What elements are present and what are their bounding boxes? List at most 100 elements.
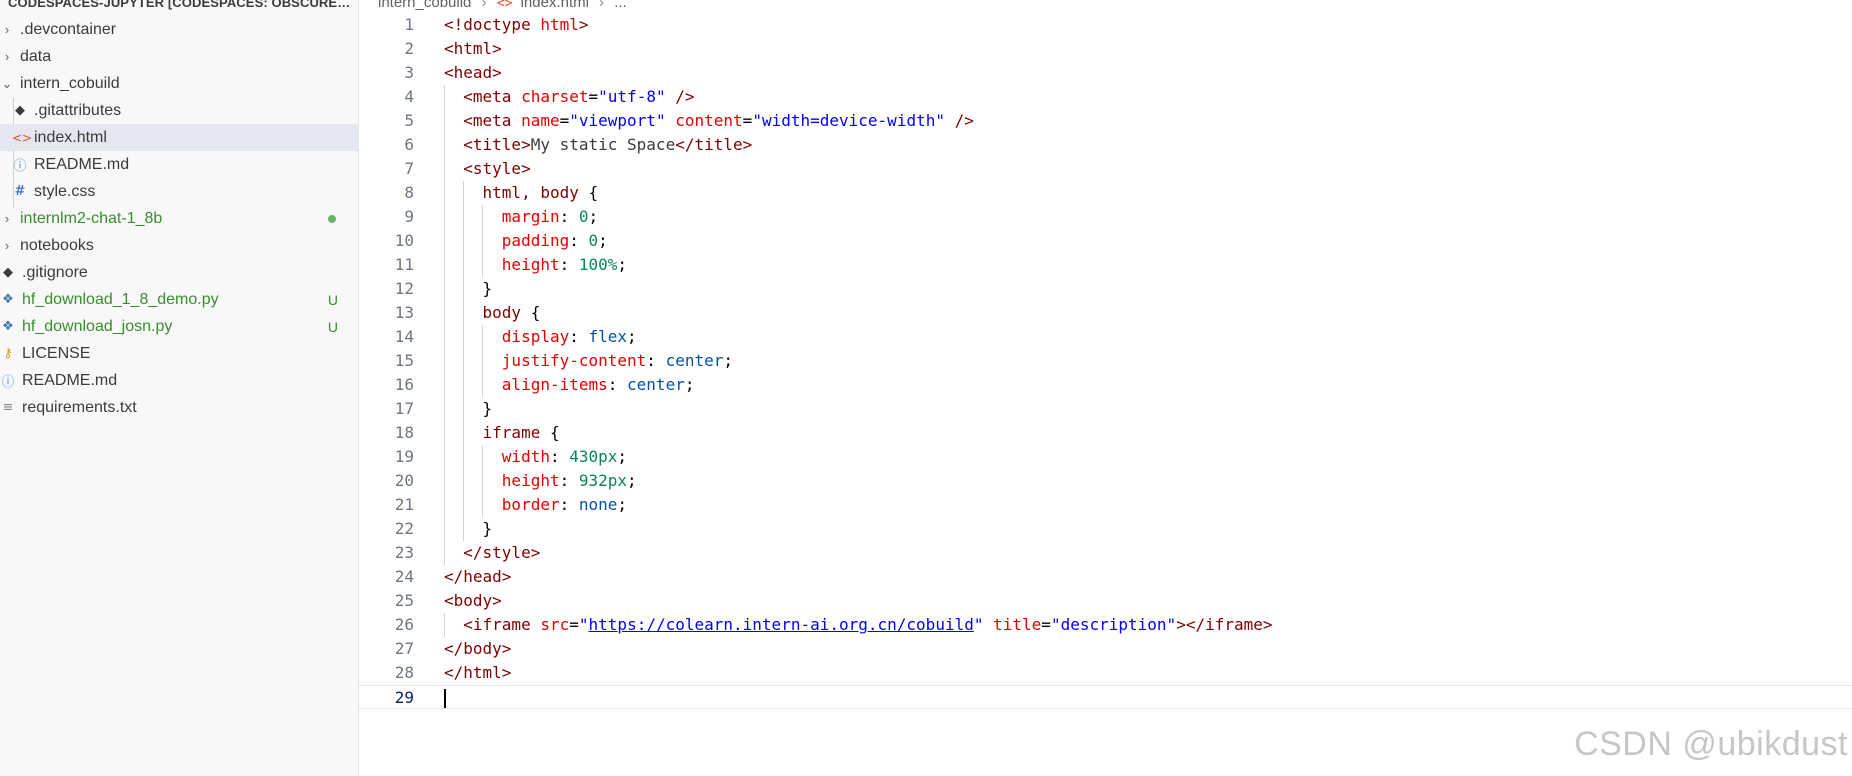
code-line[interactable]: 10 padding: 0; [358, 229, 1852, 253]
code-text: <meta charset="utf-8" /> [463, 87, 695, 106]
code-line[interactable]: 21 border: none; [358, 493, 1852, 517]
tree-item-label: README.md [22, 371, 118, 389]
line-number: 11 [394, 255, 414, 274]
code-line[interactable]: 3 <head> [358, 61, 1852, 85]
line-number: 14 [394, 327, 414, 346]
code-text: <title>My static Space</title> [463, 135, 753, 154]
code-line[interactable]: 1 <!doctype html> [358, 13, 1852, 37]
tree-file-style-css[interactable]: # style.css [0, 178, 358, 205]
tree-folder-intern-cobuild[interactable]: ⌄ intern_cobuild [0, 70, 358, 97]
tree-file-gitattributes[interactable]: ◆ .gitattributes [0, 97, 358, 124]
tree-folder-notebooks[interactable]: › notebooks [0, 232, 358, 259]
code-line[interactable]: 8 html, body { [358, 181, 1852, 205]
tree-item-label: README.md [34, 155, 130, 173]
chevron-right-icon: › [599, 0, 605, 11]
tree-item-label: requirements.txt [22, 398, 137, 416]
code-line[interactable]: 15 justify-content: center; [358, 349, 1852, 373]
breadcrumb-file[interactable]: index.html [521, 0, 589, 11]
tree-item-label: index.html [34, 128, 107, 146]
code-text: </html> [444, 663, 512, 682]
tree-item-label: .devcontainer [20, 20, 117, 38]
tree-item-label: hf_download_1_8_demo.py [22, 290, 219, 308]
tree-file-hf-download-demo[interactable]: ❖ hf_download_1_8_demo.py U [0, 286, 358, 313]
code-editor[interactable]: 1 <!doctype html> 2 <html> 3 <head> 4 <meta ch… [358, 15, 1852, 776]
watermark: CSDN @ubikdust [1574, 725, 1848, 763]
code-text: padding: 0; [501, 231, 608, 250]
code-text: <style> [463, 159, 531, 178]
code-line[interactable]: 6 <title>My static Space</title> [358, 133, 1852, 157]
code-text: <html> [444, 39, 502, 58]
code-line[interactable]: 22 } [358, 517, 1852, 541]
line-number: 12 [394, 279, 414, 298]
code-text: display: flex; [501, 327, 637, 346]
text-cursor [444, 689, 446, 708]
line-number: 22 [394, 519, 414, 538]
workspace-title[interactable]: CODESPACES-JUPYTER [CODESPACES: OBSCURE … [8, 0, 353, 14]
code-line[interactable]: 13 body { [358, 301, 1852, 325]
indent-guide [444, 613, 445, 637]
code-line[interactable]: 2 <html> [358, 37, 1852, 61]
indent-guide [482, 325, 484, 397]
code-line[interactable]: 20 height: 932px; [358, 469, 1852, 493]
code-text: <body> [444, 591, 502, 610]
code-line[interactable]: 7 <style> [358, 157, 1852, 181]
code-text: <head> [444, 63, 502, 82]
line-number: 28 [394, 663, 414, 682]
code-line[interactable]: 4 <meta charset="utf-8" /> [358, 85, 1852, 109]
line-number: 17 [394, 399, 414, 418]
code-line[interactable]: 5 <meta name="viewport" content="width=d… [358, 109, 1852, 133]
tree-folder-data[interactable]: › data [0, 43, 358, 70]
license-icon: ⚷ [3, 346, 13, 361]
tree-file-readme[interactable]: ⓘ README.md [0, 367, 358, 394]
code-line[interactable]: 23 </style> [358, 541, 1852, 565]
line-number: 10 [394, 231, 414, 250]
line-number: 8 [404, 183, 414, 202]
code-line[interactable]: 12 } [358, 277, 1852, 301]
python-icon: ❖ [2, 292, 14, 307]
code-line[interactable]: 25 <body> [358, 589, 1852, 613]
tree-folder-devcontainer[interactable]: › .devcontainer [0, 16, 358, 43]
chevron-down-icon: ⌄ [1, 75, 13, 91]
indent-guide [482, 445, 484, 517]
indent-guide [482, 205, 484, 277]
modified-dot-icon [328, 214, 336, 223]
breadcrumb-more[interactable]: ... [614, 0, 627, 11]
tree-file-hf-download-josn[interactable]: ❖ hf_download_josn.py U [0, 313, 358, 340]
code-line[interactable]: 18 iframe { [358, 421, 1852, 445]
code-line[interactable]: 26 <iframe src="https://colearn.intern-a… [358, 613, 1852, 637]
code-line[interactable]: 29 [358, 685, 1852, 709]
code-text: iframe { [482, 423, 560, 442]
tree-file-license[interactable]: ⚷ LICENSE [0, 340, 358, 367]
tree-item-label: LICENSE [22, 344, 91, 362]
tree-file-readme-inner[interactable]: ⓘ README.md [0, 151, 358, 178]
chevron-right-icon: › [4, 211, 10, 226]
line-number: 26 [394, 615, 414, 634]
code-line[interactable]: 27 </body> [358, 637, 1852, 661]
code-line[interactable]: 11 height: 100%; [358, 253, 1852, 277]
code-line[interactable]: 17 } [358, 397, 1852, 421]
tree-item-label: notebooks [20, 236, 94, 254]
tree-file-gitignore[interactable]: ◆ .gitignore [0, 259, 358, 286]
code-line[interactable]: 28 </html> [358, 661, 1852, 685]
tree-folder-internlm2[interactable]: › internlm2-chat-1_8b [0, 205, 358, 232]
code-text: body { [482, 303, 541, 322]
code-text: </body> [444, 639, 512, 658]
python-icon: ❖ [2, 319, 14, 334]
line-number: 20 [394, 471, 414, 490]
code-line[interactable]: 14 display: flex; [358, 325, 1852, 349]
code-line[interactable]: 19 width: 430px; [358, 445, 1852, 469]
breadcrumb-folder[interactable]: intern_cobuild [378, 0, 471, 11]
tree-item-label: .gitignore [22, 263, 88, 281]
tree-item-label: hf_download_josn.py [22, 317, 173, 335]
tree-file-requirements[interactable]: ≡ requirements.txt [0, 394, 358, 421]
untracked-badge: U [327, 291, 338, 308]
indent-guide [463, 181, 465, 541]
code-line[interactable]: 24 </head> [358, 565, 1852, 589]
code-text: <!doctype html> [444, 15, 589, 34]
tree-file-index-html[interactable]: <> index.html [0, 124, 358, 151]
code-line[interactable]: 9 margin: 0; [358, 205, 1852, 229]
line-number: 27 [394, 639, 414, 658]
code-text: height: 100%; [501, 255, 628, 274]
code-line[interactable]: 16 align-items: center; [358, 373, 1852, 397]
tree-item-label: intern_cobuild [20, 74, 120, 92]
